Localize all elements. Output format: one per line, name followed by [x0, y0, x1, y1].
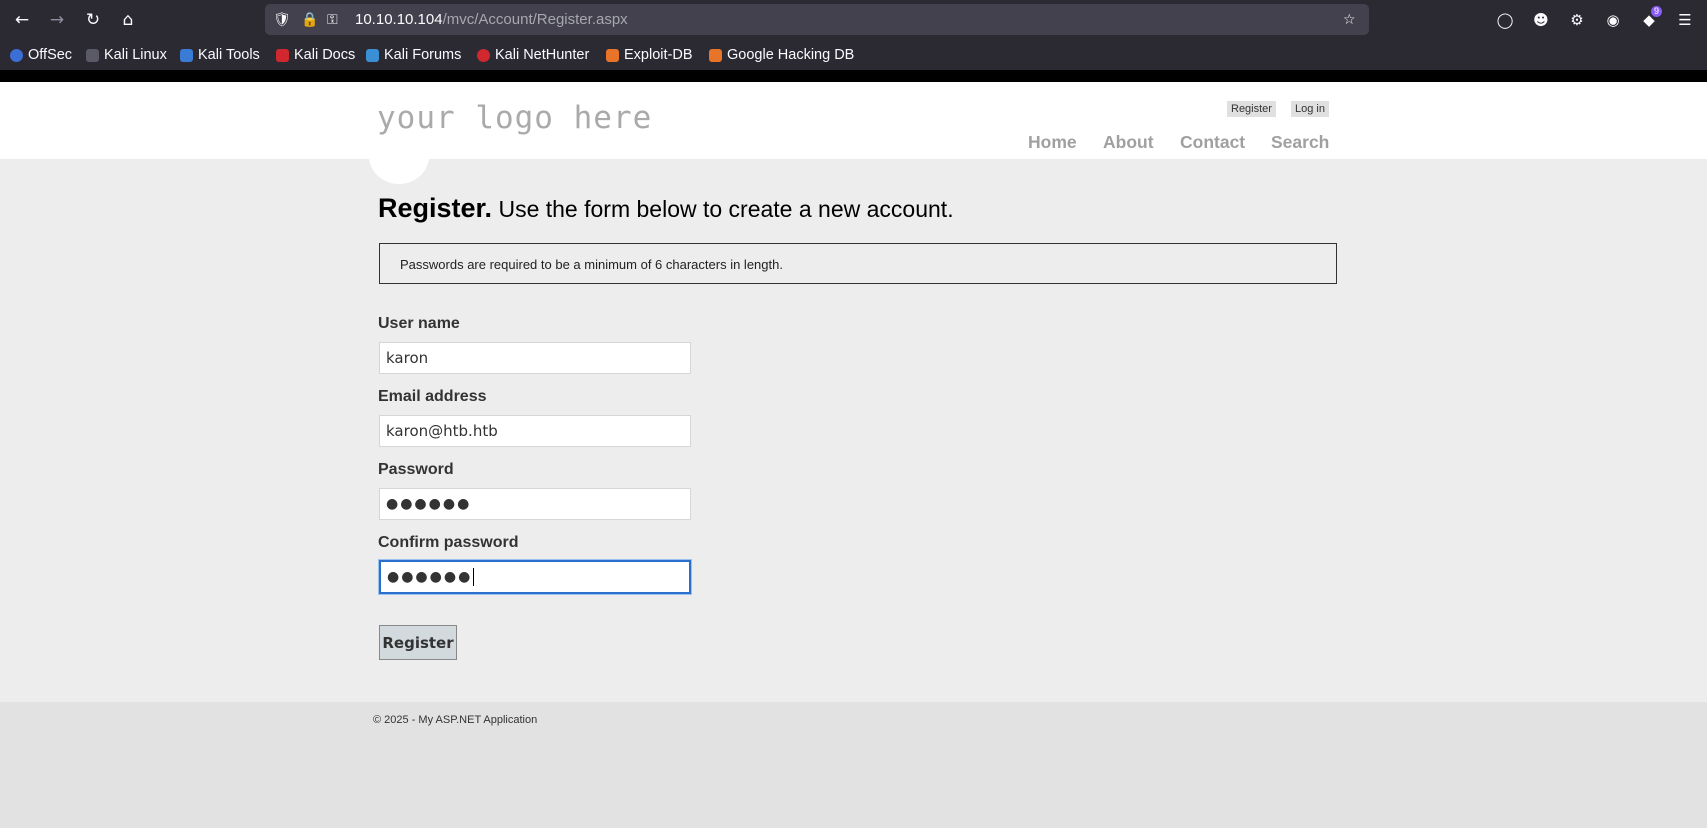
url-text[interactable]: 10.10.10.104/mvc/Account/Register.aspx [355, 4, 628, 35]
ghdb-icon [709, 48, 722, 62]
extension-badge-icon[interactable]: ◆ 9 [1635, 6, 1663, 34]
bookmark-label: Kali Docs [294, 47, 356, 63]
page-title-subtitle: Use the form below to create a new accou… [498, 196, 954, 222]
bookmarks-bar: OffSec Kali Linux Kali Tools Kali Docs K… [0, 40, 1707, 70]
offsec-icon [10, 48, 23, 62]
nav-about[interactable]: About [1103, 132, 1154, 153]
register-submit-button[interactable]: Register [379, 625, 457, 660]
password-notice: Passwords are required to be a minimum o… [379, 243, 1337, 284]
back-arrow-icon[interactable]: ← [8, 6, 36, 34]
site-footer: © 2025 - My ASP.NET Application [0, 702, 1707, 828]
lock-icon[interactable]: 🔒 [301, 4, 318, 35]
username-label: User name [378, 315, 460, 332]
bookmark-exploit-db[interactable]: Exploit-DB [606, 40, 693, 70]
bookmark-kali-docs[interactable]: Kali Docs [276, 40, 355, 70]
bookmark-label: OffSec [28, 47, 73, 63]
email-label: Email address [378, 388, 487, 405]
bookmark-offsec[interactable]: OffSec [10, 40, 72, 70]
extension-cookie-icon[interactable]: ◉ [1599, 6, 1627, 34]
text-caret [473, 568, 475, 586]
nav-home[interactable]: Home [1028, 132, 1077, 153]
bookmark-kali-tools[interactable]: Kali Tools [180, 40, 260, 70]
password-notice-text: Passwords are required to be a minimum o… [400, 257, 783, 272]
shield-icon[interactable]: 🛡 [273, 4, 291, 35]
url-host: 10.10.10.104 [355, 11, 443, 28]
bookmark-kali-linux[interactable]: Kali Linux [86, 40, 167, 70]
extension-badge-count: 9 [1650, 6, 1662, 17]
bookmark-label: Kali Linux [104, 47, 167, 63]
nav-search[interactable]: Search [1271, 132, 1329, 153]
bookmark-star-icon[interactable]: ☆ [1343, 4, 1356, 35]
password-label: Password [378, 461, 454, 478]
key-icon[interactable]: ⚿ [327, 4, 338, 35]
bookmark-label: Exploit-DB [624, 47, 693, 63]
page-title: Register. Use the form below to create a… [378, 193, 954, 224]
kali-docs-icon [276, 48, 289, 62]
login-link[interactable]: Log in [1291, 101, 1329, 117]
home-icon[interactable]: ⌂ [114, 6, 142, 34]
nav-contact[interactable]: Contact [1180, 132, 1245, 153]
account-icon[interactable]: ☻ [1527, 6, 1555, 34]
confirm-password-input[interactable]: ●●●●●● [379, 560, 691, 594]
bookmark-google-hacking-db[interactable]: Google Hacking DB [709, 40, 854, 70]
forward-arrow-icon[interactable]: → [43, 6, 71, 34]
menu-icon[interactable]: ☰ [1671, 6, 1699, 34]
kali-nethunter-icon [477, 48, 490, 62]
username-input[interactable]: karon [379, 342, 691, 374]
kali-dragon-icon [86, 48, 99, 62]
bookmark-label: Kali NetHunter [495, 47, 590, 63]
url-path: /mvc/Account/Register.aspx [442, 11, 628, 28]
page-top-bar [0, 70, 1707, 82]
register-link[interactable]: Register [1227, 101, 1276, 117]
site-logo[interactable]: your logo here [377, 100, 652, 136]
footer-copyright: © 2025 - My ASP.NET Application [373, 714, 538, 726]
bookmark-kali-forums[interactable]: Kali Forums [366, 40, 461, 70]
address-bar[interactable]: 🛡 🔒 ⚿ 10.10.10.104/mvc/Account/Register.… [265, 4, 1369, 35]
bookmark-label: Google Hacking DB [727, 47, 855, 63]
bookmark-label: Kali Forums [384, 47, 462, 63]
password-input[interactable]: ●●●●●● [379, 488, 691, 520]
kali-forums-icon [366, 48, 379, 62]
bookmark-label: Kali Tools [198, 47, 260, 63]
email-input[interactable]: karon@htb.htb [379, 415, 691, 447]
extensions-icon[interactable]: ⚙ [1563, 6, 1591, 34]
browser-toolbar: ← → ↻ ⌂ 🛡 🔒 ⚿ 10.10.10.104/mvc/Account/R… [0, 0, 1707, 40]
email-value: karon@htb.htb [386, 422, 498, 440]
username-value: karon [386, 349, 429, 367]
site-header [0, 82, 1707, 159]
password-value: ●●●●●● [386, 496, 472, 512]
bookmark-kali-nethunter[interactable]: Kali NetHunter [477, 40, 589, 70]
main-content [0, 159, 1707, 702]
logo-decoration [369, 128, 429, 184]
exploit-db-icon [606, 48, 619, 62]
confirm-password-value: ●●●●●● [387, 569, 473, 585]
kali-tools-icon [180, 48, 193, 62]
page-title-bold: Register. [378, 193, 493, 223]
reload-icon[interactable]: ↻ [79, 6, 107, 34]
confirm-password-label: Confirm password [378, 534, 519, 551]
pocket-icon[interactable]: ◯ [1491, 6, 1519, 34]
